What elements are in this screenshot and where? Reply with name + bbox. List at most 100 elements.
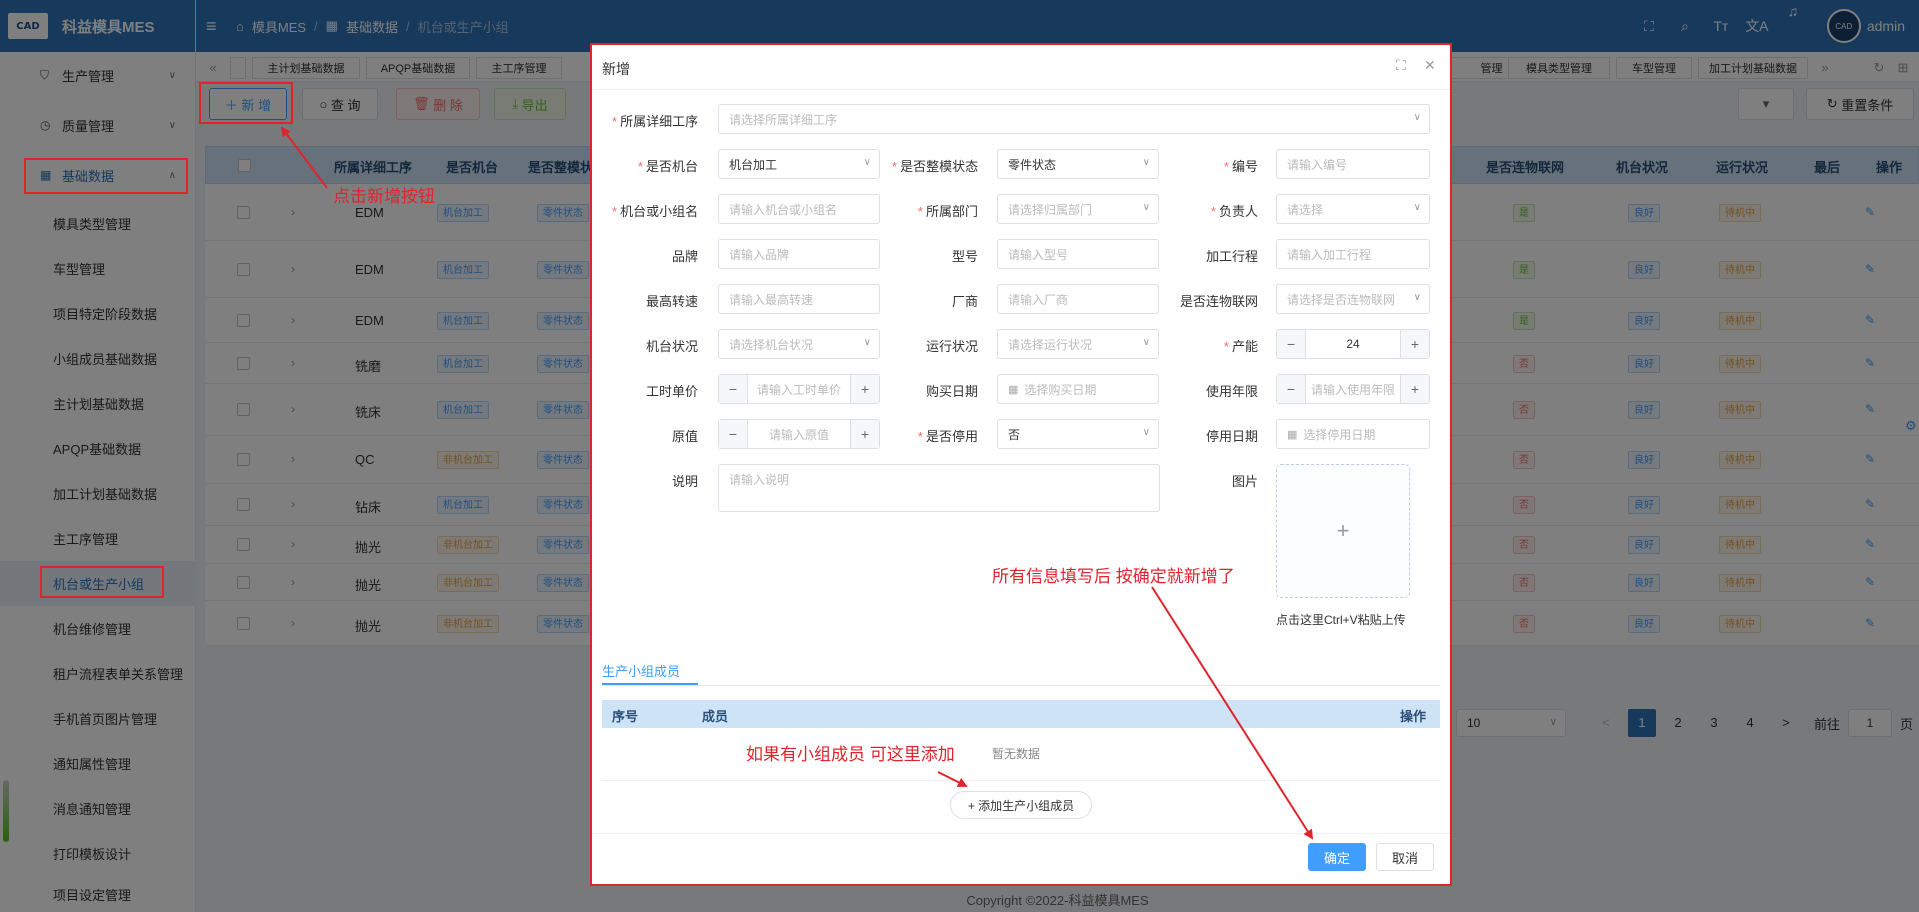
col-member-actions: 操作 — [1399, 709, 1426, 724]
minus-icon[interactable]: − — [1277, 375, 1306, 403]
label-years: 使用年限 — [1205, 384, 1258, 399]
app-root: CAD 科益模具MES ⛉ 生产管理 ∨ ◷ 质量管理 ∨ ▦ 基础数据 ∧ 模… — [0, 0, 1919, 912]
orig-value-stepper[interactable]: − 请输入原值 + — [718, 419, 880, 449]
unit-price-input[interactable]: 请输入工时单价 — [748, 381, 850, 398]
chevron-down-icon: ∨ — [863, 337, 871, 348]
placeholder: 请输入最高转速 — [729, 292, 814, 307]
label-department: * 所属部门 — [917, 204, 978, 219]
label-machine-cond: 机台状况 — [645, 339, 698, 354]
select-value: 机台加工 — [729, 157, 778, 172]
placeholder: 请选择 — [1287, 202, 1324, 217]
department-select[interactable]: 请选择归属部门 ∨ — [997, 194, 1159, 224]
machine-cond-select[interactable]: 请选择机台状况 ∨ — [718, 329, 880, 359]
label-stroke: 加工行程 — [1205, 249, 1258, 264]
label-text: 负责人 — [1218, 204, 1258, 219]
label-text: 所属详细工序 — [620, 114, 699, 129]
placeholder: 请输入品牌 — [729, 247, 790, 262]
years-stepper[interactable]: − 请输入使用年限 + — [1276, 374, 1430, 404]
cancel-button[interactable]: 取消 — [1376, 843, 1434, 871]
whole-mold-select[interactable]: 零件状态 ∨ — [997, 149, 1159, 179]
orig-value-input[interactable]: 请输入原值 — [748, 426, 850, 443]
tab-members[interactable]: 生产小组成员 — [602, 661, 680, 680]
tab-divider — [602, 685, 1440, 686]
plus-icon: + — [1336, 518, 1350, 543]
dialog-title: 新增 — [602, 61, 630, 77]
max-speed-input[interactable]: 请输入最高转速 — [718, 284, 880, 314]
label-disable-date: 停用日期 — [1205, 429, 1258, 444]
label-run-cond: 运行状况 — [925, 339, 978, 354]
minus-icon[interactable]: − — [1277, 330, 1306, 358]
calendar-icon: ▦ — [1008, 383, 1019, 396]
capacity-stepper[interactable]: − 24 + — [1276, 329, 1430, 359]
plus-icon[interactable]: + — [850, 375, 879, 403]
remark-textarea[interactable]: 请输入说明 — [718, 464, 1160, 512]
run-cond-select[interactable]: 请选择运行状况 ∨ — [997, 329, 1159, 359]
label-orig-value: 原值 — [671, 429, 698, 444]
label-remark: 说明 — [671, 474, 698, 489]
label-vendor: 厂商 — [951, 294, 978, 309]
maximize-icon[interactable]: ⛶ — [1396, 57, 1406, 74]
placeholder: 选择停用日期 — [1303, 427, 1376, 442]
capacity-value[interactable]: 24 — [1306, 337, 1400, 351]
minus-icon[interactable]: − — [719, 375, 748, 403]
disabled-select[interactable]: 否 ∨ — [997, 419, 1159, 449]
placeholder: 请选择运行状况 — [1008, 337, 1093, 352]
label-owner: * 负责人 — [1210, 204, 1258, 219]
empty-text: 暂无数据 — [992, 747, 1041, 761]
buy-date-picker[interactable]: ▦ 选择购买日期 — [997, 374, 1159, 404]
owner-select[interactable]: 请选择 ∨ — [1276, 194, 1430, 224]
label-text: 是否停用 — [925, 429, 978, 444]
label-whole-mold: * 是否整模状态 — [892, 159, 979, 174]
chevron-down-icon: ∨ — [1142, 427, 1150, 438]
chevron-down-icon: ∨ — [1142, 157, 1150, 168]
label-disabled: * 是否停用 — [917, 429, 978, 444]
footer-divider — [592, 833, 1450, 834]
label-unit-price: 工时单价 — [645, 384, 698, 399]
placeholder: 请输入机台或小组名 — [729, 202, 838, 217]
close-icon[interactable]: ✕ — [1424, 57, 1436, 74]
chevron-down-icon: ∨ — [863, 157, 871, 168]
chevron-down-icon: ∨ — [1142, 337, 1150, 348]
placeholder: 请输入编号 — [1287, 157, 1348, 172]
col-index: 序号 — [612, 709, 639, 724]
brand-input[interactable]: 请输入品牌 — [718, 239, 880, 269]
label-max-speed: 最高转速 — [645, 294, 698, 309]
vendor-input[interactable]: 请输入厂商 — [997, 284, 1159, 314]
label-brand: 品牌 — [671, 249, 698, 264]
plus-icon[interactable]: + — [1400, 375, 1429, 403]
label-machine-group: * 机台或小组名 — [612, 204, 699, 219]
detail-process-select[interactable]: 请选择所属详细工序 ∨ — [718, 104, 1430, 134]
unit-price-stepper[interactable]: − 请输入工时单价 + — [718, 374, 880, 404]
col-member: 成员 — [702, 709, 729, 724]
stroke-input[interactable]: 请输入加工行程 — [1276, 239, 1430, 269]
annotation-click-add: 点击新增按钮 — [333, 187, 435, 206]
machine-group-input[interactable]: 请输入机台或小组名 — [718, 194, 880, 224]
annotation-fill-confirm: 所有信息填写后 按确定就新增了 — [992, 567, 1235, 586]
iot-select[interactable]: 请选择是否连物联网 ∨ — [1276, 284, 1430, 314]
years-input[interactable]: 请输入使用年限 — [1306, 381, 1400, 398]
placeholder: 选择购买日期 — [1024, 382, 1097, 397]
members-divider — [602, 780, 1440, 781]
label-iot: 是否连物联网 — [1179, 294, 1258, 309]
image-upload[interactable]: + — [1276, 464, 1410, 598]
code-input[interactable]: 请输入编号 — [1276, 149, 1430, 179]
confirm-button[interactable]: 确定 — [1308, 843, 1366, 871]
placeholder: 请选择归属部门 — [1008, 202, 1093, 217]
chevron-down-icon: ∨ — [1142, 202, 1150, 213]
plus-icon[interactable]: + — [850, 420, 879, 448]
chevron-down-icon: ∨ — [1413, 202, 1421, 213]
chevron-down-icon: ∨ — [1413, 112, 1421, 123]
label-buy-date: 购买日期 — [925, 384, 978, 399]
add-member-button[interactable]: + 添加生产小组成员 — [950, 791, 1092, 819]
disable-date-picker[interactable]: ▦ 选择停用日期 — [1276, 419, 1430, 449]
label-text: 机台或小组名 — [620, 204, 699, 219]
upload-hint: 点击这里Ctrl+V粘贴上传 — [1276, 613, 1406, 627]
placeholder: 请输入厂商 — [1008, 292, 1069, 307]
model-input[interactable]: 请输入型号 — [997, 239, 1159, 269]
label-code: * 编号 — [1223, 159, 1258, 174]
select-value: 零件状态 — [1008, 157, 1057, 172]
minus-icon[interactable]: − — [719, 420, 748, 448]
select-value: 否 — [1008, 427, 1021, 442]
plus-icon[interactable]: + — [1400, 330, 1429, 358]
is-machine-select[interactable]: 机台加工 ∨ — [718, 149, 880, 179]
